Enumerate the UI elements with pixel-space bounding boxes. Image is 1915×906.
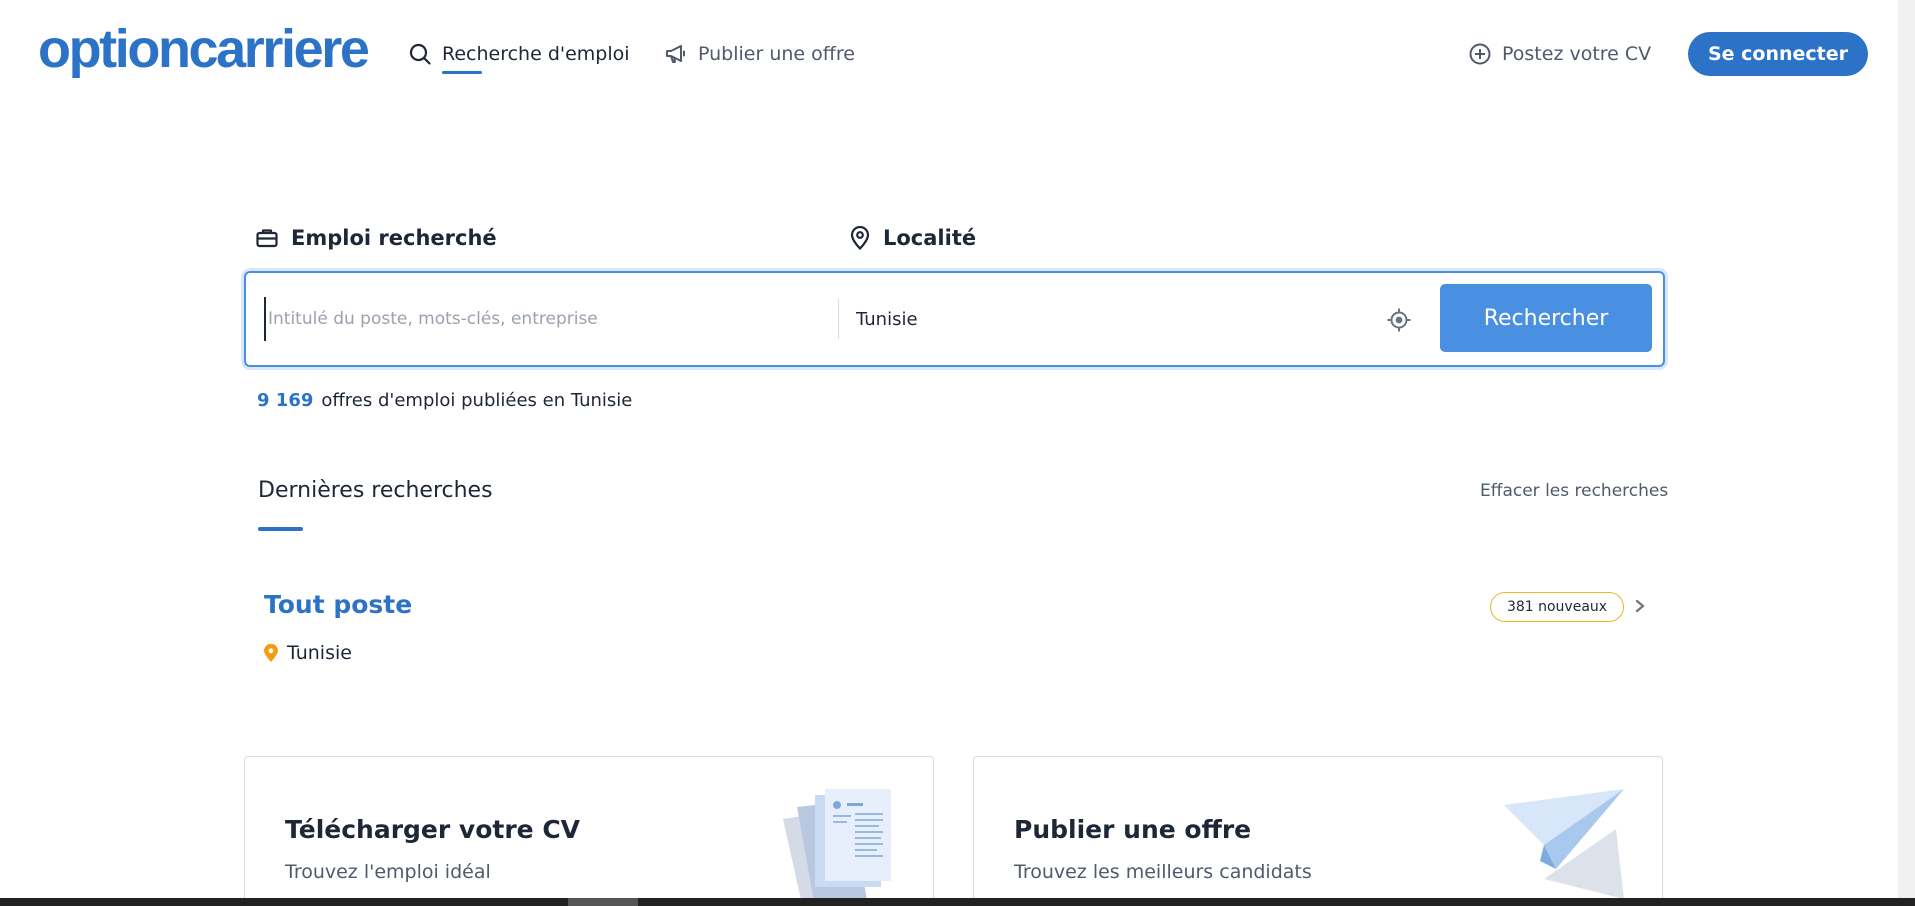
paper-plane-icon: [1504, 789, 1624, 899]
nav-publish-offer-label: Publier une offre: [698, 43, 855, 65]
horizontal-scrollbar[interactable]: [0, 898, 1915, 906]
recent-search-job: Tout poste: [264, 590, 413, 619]
nav-post-cv[interactable]: Postez votre CV: [1468, 38, 1651, 70]
location-field-label: Localité: [849, 226, 976, 250]
location-field-label-text: Localité: [883, 226, 977, 250]
search-icon: [409, 43, 431, 65]
location-input[interactable]: [856, 297, 1256, 341]
upload-cv-card[interactable]: Télécharger votre CV Trouvez l'emploi id…: [244, 756, 934, 906]
nav-post-cv-label: Postez votre CV: [1502, 43, 1652, 65]
chevron-right-icon[interactable]: [1634, 598, 1646, 614]
megaphone-icon: [666, 45, 685, 63]
nav-job-search[interactable]: Recherche d'emploi: [408, 38, 630, 74]
vertical-scrollbar[interactable]: [1898, 0, 1915, 906]
horizontal-scrollbar-thumb[interactable]: [568, 898, 638, 906]
search-submit-button[interactable]: Rechercher: [1440, 284, 1652, 352]
recent-search-location: Tunisie: [264, 642, 352, 664]
geolocate-icon[interactable]: [1386, 307, 1412, 333]
upload-cv-card-subtitle: Trouvez l'emploi idéal: [285, 861, 491, 883]
recent-search-location-text: Tunisie: [287, 642, 352, 664]
site-header: optioncarriere Recherche d'emploi Publie…: [0, 0, 1915, 110]
job-field-label: Emploi recherché: [255, 226, 497, 250]
publish-offer-card-subtitle: Trouvez les meilleurs candidats: [1014, 861, 1312, 883]
nav-job-search-label: Recherche d'emploi: [442, 43, 630, 65]
map-pin-icon: [850, 226, 870, 250]
clear-searches-link[interactable]: Effacer les recherches: [1480, 481, 1668, 501]
nav-active-underline: [442, 71, 482, 74]
job-search-input[interactable]: [264, 297, 824, 341]
location-pin-icon: [264, 644, 278, 662]
site-logo[interactable]: optioncarriere: [38, 22, 370, 76]
search-divider: [838, 299, 839, 339]
job-field-label-text: Emploi recherché: [291, 226, 497, 250]
publish-offer-card[interactable]: Publier une offre Trouvez les meilleurs …: [973, 756, 1663, 906]
job-count-text: offres d'emploi publiées en Tunisie: [321, 390, 633, 411]
cv-document-icon: [783, 789, 891, 906]
recent-search-item[interactable]: Tout poste Tunisie 381 nouveaux: [258, 590, 1658, 670]
login-button[interactable]: Se connecter: [1688, 32, 1868, 76]
plus-circle-icon: [1469, 43, 1491, 65]
briefcase-icon: [256, 229, 278, 248]
new-jobs-badge: 381 nouveaux: [1490, 592, 1624, 622]
upload-cv-card-title: Télécharger votre CV: [285, 815, 581, 844]
publish-offer-card-title: Publier une offre: [1014, 815, 1252, 844]
search-form: Rechercher: [244, 271, 1665, 367]
recent-searches-underline: [258, 527, 303, 531]
recent-searches-title: Dernières recherches: [258, 478, 493, 503]
nav-publish-offer[interactable]: Publier une offre: [664, 38, 855, 70]
job-count-line: 9 169 offres d'emploi publiées en Tunisie: [257, 390, 632, 411]
job-count-number: 9 169: [257, 390, 314, 411]
